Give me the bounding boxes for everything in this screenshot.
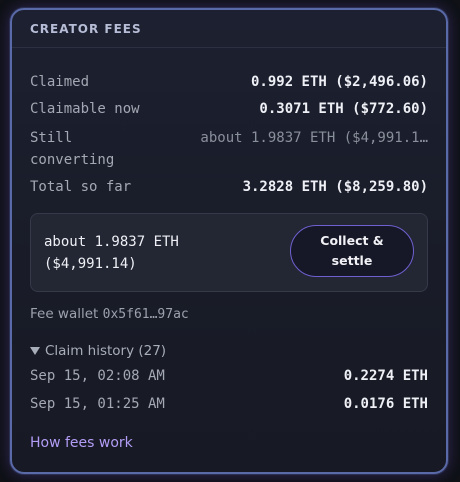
collect-settle-label: Collect & settle	[320, 233, 384, 268]
creator-fees-card: CREATOR FEES Claimed 0.992 ETH ($2,496.0…	[10, 8, 448, 474]
claimable-row: Claimable now 0.3071 ETH ($772.60)	[30, 101, 428, 117]
fee-wallet-label: Fee wallet	[30, 306, 99, 322]
converting-row: Still converting about 1.9837 ETH ($4,99…	[30, 127, 428, 171]
claim-history-toggle[interactable]: Claim history (27)	[30, 343, 166, 359]
claim-history-row: Sep 15, 02:08 AM 0.2274 ETH	[30, 368, 428, 384]
total-label: Total so far	[30, 179, 132, 195]
how-fees-work-link[interactable]: How fees work	[30, 435, 133, 451]
converting-value: about 1.9837 ETH ($4,991.1…	[200, 130, 428, 146]
settle-panel: about 1.9837 ETH ($4,991.14) Collect & s…	[30, 213, 428, 292]
settle-amount-eth: about 1.9837 ETH	[44, 234, 179, 250]
fee-wallet-address[interactable]: 0x5f61…97ac	[103, 307, 189, 322]
claim-amount: 0.0176 ETH	[343, 396, 428, 412]
fee-wallet: Fee wallet 0x5f61…97ac	[30, 306, 189, 322]
claimable-label: Claimable now	[30, 101, 140, 117]
claimed-row: Claimed 0.992 ETH ($2,496.06)	[30, 74, 428, 90]
claimed-label: Claimed	[30, 74, 90, 90]
claim-date: Sep 15, 02:08 AM	[30, 368, 165, 384]
total-row: Total so far 3.2828 ETH ($8,259.80)	[30, 179, 428, 195]
claim-amount: 0.2274 ETH	[343, 368, 428, 384]
settle-amount: about 1.9837 ETH ($4,991.14)	[44, 231, 179, 275]
card-title: CREATOR FEES	[30, 21, 142, 36]
settle-amount-usd: ($4,991.14)	[44, 256, 137, 272]
converting-label: Still converting	[30, 130, 115, 168]
claim-history-label: Claim history (27)	[45, 343, 167, 359]
claimed-value: 0.992 ETH ($2,496.06)	[250, 74, 428, 90]
claim-date: Sep 15, 01:25 AM	[30, 396, 165, 412]
card-header: CREATOR FEES	[12, 10, 446, 48]
claim-history-row: Sep 15, 01:25 AM 0.0176 ETH	[30, 396, 428, 412]
claimable-value: 0.3071 ETH ($772.60)	[259, 101, 428, 117]
total-value: 3.2828 ETH ($8,259.80)	[242, 179, 428, 195]
collect-settle-button[interactable]: Collect & settle	[290, 225, 414, 277]
triangle-down-icon	[30, 347, 40, 355]
